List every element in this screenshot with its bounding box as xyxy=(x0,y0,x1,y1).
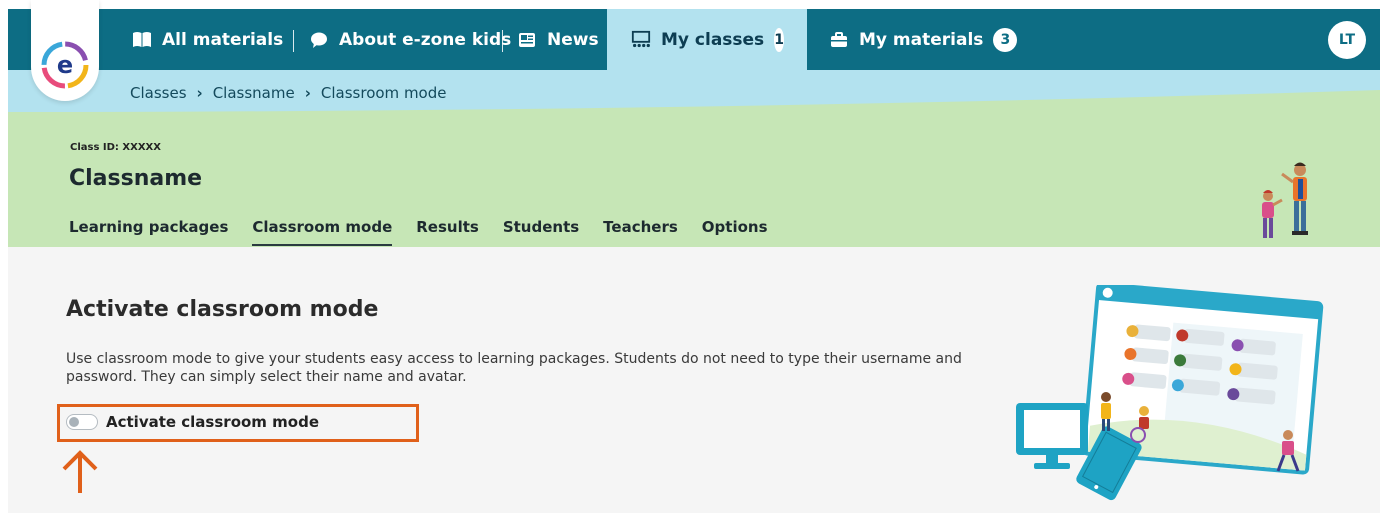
nav-label: News xyxy=(547,29,599,50)
logo-icon: e xyxy=(41,41,89,89)
up-arrow-icon xyxy=(62,450,98,493)
top-navigation: All materials About e-zone kids News My … xyxy=(8,9,1380,70)
nav-label: My classes xyxy=(661,29,765,50)
classroom-mode-illustration xyxy=(1016,285,1324,501)
tab-teachers[interactable]: Teachers xyxy=(603,218,678,246)
toggle-label: Activate classroom mode xyxy=(106,413,319,431)
nav-separator xyxy=(293,30,294,52)
page-title: Classname xyxy=(69,166,203,191)
e-zone-kids-logo[interactable]: e xyxy=(31,0,99,101)
nav-label: All materials xyxy=(162,29,284,50)
nav-all-materials[interactable]: All materials xyxy=(132,9,283,70)
newspaper-icon xyxy=(517,30,537,50)
toggle-knob xyxy=(69,417,79,427)
class-count-badge: 1 xyxy=(774,27,784,52)
classroom-icon xyxy=(631,30,651,50)
class-header: Class ID: XXXXX Classname Learning packa… xyxy=(8,112,1380,247)
svg-text:e: e xyxy=(57,51,73,79)
nav-my-materials[interactable]: My materials 3 xyxy=(829,9,1018,70)
book-icon xyxy=(132,30,152,50)
tab-options[interactable]: Options xyxy=(702,218,768,246)
section-description: Use classroom mode to give your students… xyxy=(66,351,962,385)
main-content: Activate classroom mode Use classroom mo… xyxy=(8,247,1380,513)
class-id: Class ID: XXXXX xyxy=(70,142,161,153)
teacher-illustration xyxy=(1262,162,1308,238)
tab-classroom-mode[interactable]: Classroom mode xyxy=(252,218,393,246)
materials-count-badge: 3 xyxy=(993,27,1018,52)
classroom-mode-toggle[interactable] xyxy=(66,414,98,430)
user-avatar[interactable]: LT xyxy=(1328,21,1366,59)
nav-news[interactable]: News xyxy=(517,9,599,70)
nav-my-classes[interactable]: My classes 1 xyxy=(607,9,807,70)
tab-learning-packages[interactable]: Learning packages xyxy=(69,218,228,246)
nav-label: About e-zone kids xyxy=(339,29,512,50)
tab-results[interactable]: Results xyxy=(416,218,479,246)
class-tabs: Learning packages Classroom mode Results… xyxy=(69,218,792,246)
nav-label: My materials xyxy=(859,29,984,50)
nav-separator xyxy=(502,30,503,52)
speech-bubble-icon xyxy=(309,30,329,50)
section-title: Activate classroom mode xyxy=(66,297,379,322)
briefcase-icon xyxy=(829,30,849,50)
tab-students[interactable]: Students xyxy=(503,218,579,246)
nav-about[interactable]: About e-zone kids xyxy=(309,9,511,70)
classroom-mode-toggle-row[interactable]: Activate classroom mode xyxy=(66,413,319,431)
